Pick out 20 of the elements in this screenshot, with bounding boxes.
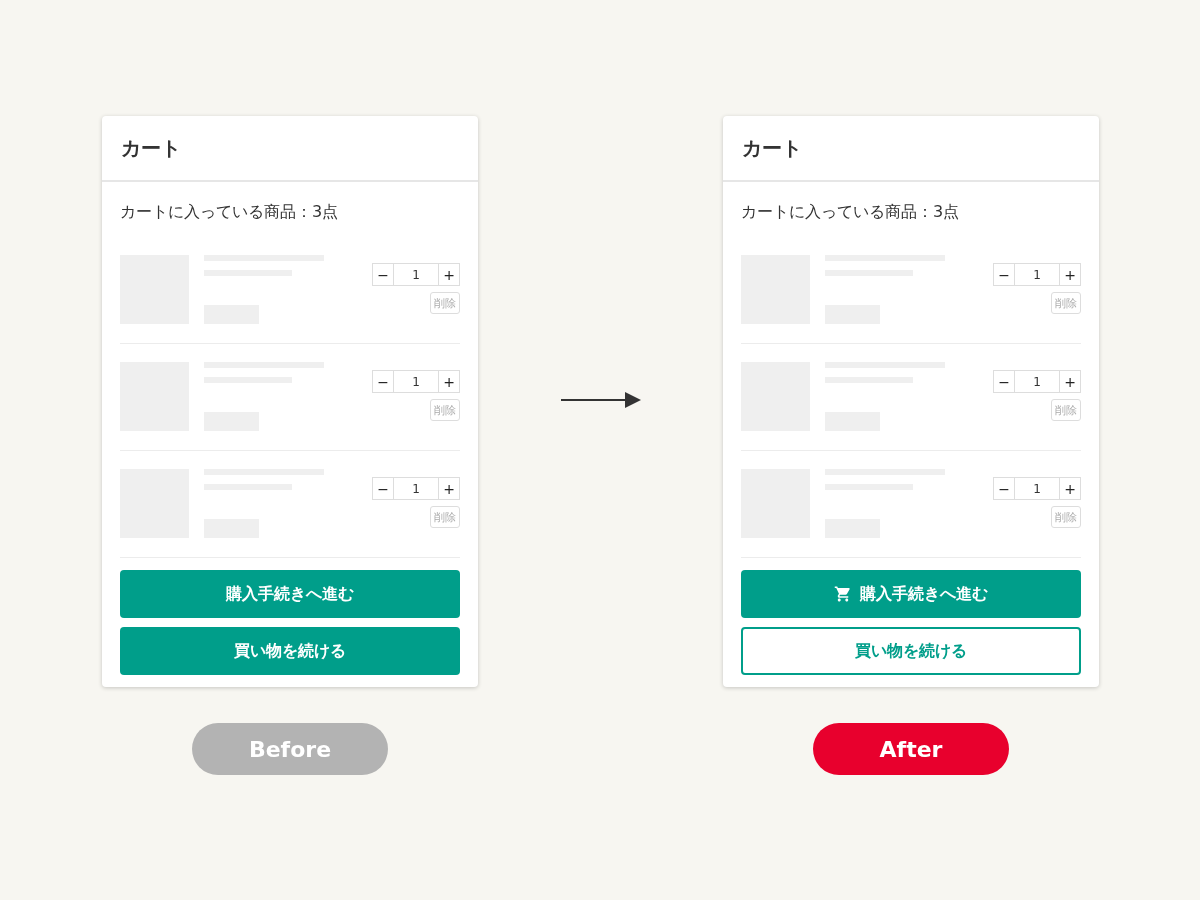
cart-icon bbox=[834, 585, 852, 603]
increase-button[interactable]: + bbox=[1059, 477, 1081, 500]
increase-button[interactable]: + bbox=[438, 477, 460, 500]
increase-button[interactable]: + bbox=[1059, 370, 1081, 393]
caption-badge: Before bbox=[192, 723, 388, 775]
increase-button[interactable]: + bbox=[1059, 263, 1081, 286]
decrease-button[interactable]: − bbox=[993, 263, 1015, 286]
cart-title: カート bbox=[121, 134, 181, 162]
increase-button[interactable]: + bbox=[438, 370, 460, 393]
caption-badge: After bbox=[813, 723, 1009, 775]
item-count-text: カートに入っている商品：3点 bbox=[741, 202, 961, 223]
decrease-button[interactable]: − bbox=[372, 370, 394, 393]
cart-title: カート bbox=[742, 134, 802, 162]
decrease-button[interactable]: − bbox=[372, 477, 394, 500]
decrease-button[interactable]: − bbox=[993, 370, 1015, 393]
arrow-icon bbox=[560, 392, 641, 408]
decrease-button[interactable]: − bbox=[993, 477, 1015, 500]
decrease-button[interactable]: − bbox=[372, 263, 394, 286]
increase-button[interactable]: + bbox=[438, 263, 460, 286]
item-count-text: カートに入っている商品：3点 bbox=[120, 202, 340, 223]
